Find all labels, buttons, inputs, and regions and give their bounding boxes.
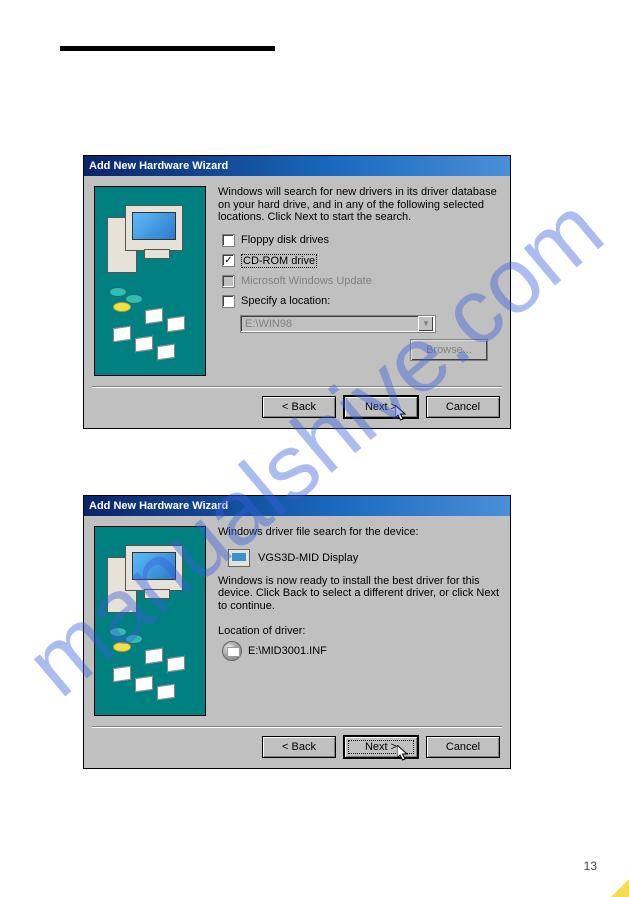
- specify-checkbox[interactable]: [222, 295, 235, 308]
- location-label: Location of driver:: [218, 625, 500, 637]
- titlebar: Add New Hardware Wizard: [84, 156, 510, 176]
- page-header-line: [60, 46, 275, 51]
- next-button[interactable]: Next >: [344, 396, 418, 418]
- wizard-illustration: [94, 526, 206, 716]
- paper-icon: [113, 666, 131, 683]
- page-number: 13: [584, 859, 597, 873]
- display-device-icon: [228, 549, 250, 567]
- window-title: Add New Hardware Wizard: [89, 500, 228, 512]
- inf-file-icon: [222, 641, 242, 661]
- paper-icon: [167, 656, 185, 673]
- wizard-message: Windows will search for new drivers in i…: [218, 186, 500, 224]
- specify-label: Specify a location:: [241, 295, 330, 307]
- page-corner-fold: [611, 875, 629, 897]
- disc-icon: [113, 642, 131, 652]
- disc-icon: [109, 287, 127, 297]
- update-label: Microsoft Windows Update: [241, 275, 372, 287]
- paper-icon: [135, 336, 153, 353]
- paper-icon: [135, 676, 153, 693]
- window-title: Add New Hardware Wizard: [89, 160, 228, 172]
- paper-icon: [145, 308, 163, 325]
- floppy-checkbox-row: Floppy disk drives: [222, 234, 500, 247]
- focus-indicator: [348, 740, 414, 754]
- dialog-button-row: < Back Next > Cancel: [84, 728, 510, 768]
- disc-icon: [109, 627, 127, 637]
- browse-button: Browse...: [410, 339, 488, 361]
- floppy-checkbox[interactable]: [222, 234, 235, 247]
- dialog-button-row: < Back Next > Cancel: [84, 388, 510, 428]
- driver-path: E:\MID3001.INF: [248, 645, 327, 657]
- cdrom-label: CD-ROM drive: [241, 254, 317, 268]
- search-message: Windows driver file search for the devic…: [218, 526, 500, 539]
- back-button[interactable]: < Back: [262, 396, 336, 418]
- floppy-label: Floppy disk drives: [241, 234, 329, 246]
- paper-icon: [145, 648, 163, 665]
- location-combobox: E:\WIN98 ▼: [240, 315, 436, 333]
- hardware-wizard-dialog-2: Add New Hardware Wizard Windows driver f…: [83, 495, 511, 769]
- cancel-button[interactable]: Cancel: [426, 396, 500, 418]
- disc-icon: [113, 302, 131, 312]
- titlebar: Add New Hardware Wizard: [84, 496, 510, 516]
- location-value: E:\WIN98: [245, 318, 292, 330]
- update-checkbox-row: Microsoft Windows Update: [222, 275, 500, 288]
- paper-icon: [113, 326, 131, 343]
- cancel-button[interactable]: Cancel: [426, 736, 500, 758]
- specify-checkbox-row: Specify a location:: [222, 295, 500, 308]
- device-name: VGS3D-MID Display: [258, 552, 358, 564]
- monitor-icon: [125, 205, 183, 251]
- hardware-wizard-dialog-1: Add New Hardware Wizard Windows will sea…: [83, 155, 511, 429]
- back-button[interactable]: < Back: [262, 736, 336, 758]
- cdrom-checkbox[interactable]: ✓: [222, 254, 235, 267]
- paper-icon: [167, 316, 185, 333]
- paper-icon: [157, 344, 175, 361]
- update-checkbox: [222, 275, 235, 288]
- cdrom-checkbox-row: ✓ CD-ROM drive: [222, 254, 500, 268]
- combobox-dropdown-button: ▼: [418, 316, 434, 332]
- next-button[interactable]: Next >: [344, 736, 418, 758]
- wizard-illustration: [94, 186, 206, 376]
- ready-message: Windows is now ready to install the best…: [218, 575, 500, 613]
- monitor-icon: [125, 545, 183, 591]
- paper-icon: [157, 684, 175, 701]
